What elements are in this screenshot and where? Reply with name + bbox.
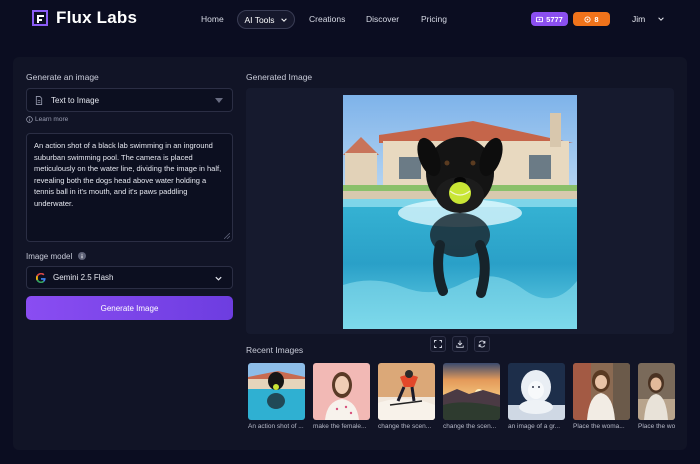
generate-image-button[interactable]: Generate Image	[26, 296, 233, 320]
chevron-down-icon	[215, 276, 222, 281]
woman-seated-thumbnail	[638, 363, 675, 420]
expand-button[interactable]	[430, 336, 446, 352]
flux-logo-icon	[32, 10, 48, 26]
generated-image-title: Generated Image	[246, 72, 313, 82]
recent-image-caption: Place the woma...	[573, 423, 625, 430]
prompt-text: An action shot of a black lab swimming i…	[34, 141, 222, 208]
nav-pricing[interactable]: Pricing	[421, 14, 447, 24]
woman-portrait-thumbnail	[313, 363, 370, 420]
resize-handle-icon[interactable]	[224, 233, 230, 239]
model-select[interactable]: Gemini 2.5 Flash	[26, 266, 233, 289]
recent-image-thumb[interactable]	[313, 363, 370, 420]
coin-icon	[584, 15, 591, 23]
download-button[interactable]	[452, 336, 468, 352]
model-select-value: Gemini 2.5 Flash	[53, 273, 114, 282]
recent-image-caption: change the scen...	[443, 423, 497, 430]
mode-select[interactable]: Text to Image	[26, 88, 233, 112]
regenerate-icon	[478, 340, 486, 348]
skier-thumbnail	[378, 363, 435, 420]
recent-image-caption: make the female...	[313, 423, 367, 430]
nav-creations[interactable]: Creations	[309, 14, 345, 24]
chevron-down-icon	[658, 17, 665, 21]
top-nav: Flux Labs Home AI Tools Creations Discov…	[0, 0, 700, 40]
recent-image-thumb[interactable]	[638, 363, 675, 420]
mode-select-value: Text to Image	[51, 95, 100, 105]
recent-image-thumb[interactable]	[443, 363, 500, 420]
chevron-down-icon	[280, 17, 287, 22]
learn-more-link[interactable]: Learn more	[26, 116, 68, 123]
generate-section-title: Generate an image	[26, 72, 99, 82]
info-icon	[26, 116, 33, 123]
credits-badge[interactable]: 5777	[531, 12, 568, 26]
user-name: Jim	[632, 14, 646, 24]
credits-icon	[536, 16, 544, 22]
caret-down-icon	[215, 98, 223, 103]
white-lion-thumbnail	[508, 363, 565, 420]
generated-image[interactable]	[343, 95, 577, 329]
credits-count: 5777	[546, 14, 563, 24]
regenerate-button[interactable]	[474, 336, 490, 352]
recent-image-thumb[interactable]	[508, 363, 565, 420]
recent-image-caption: Place the wo	[638, 423, 675, 430]
dog-pool-thumbnail	[248, 363, 305, 420]
learn-more-label: Learn more	[35, 116, 69, 123]
recent-image-thumb[interactable]	[248, 363, 305, 420]
dog-swimming-image	[343, 95, 577, 329]
nav-discover[interactable]: Discover	[366, 14, 399, 24]
document-icon	[35, 95, 43, 105]
nav-ai-tools[interactable]: AI Tools	[237, 10, 295, 29]
sunset-landscape-thumbnail	[443, 363, 500, 420]
coins-badge[interactable]: 8	[573, 12, 610, 26]
download-icon	[456, 340, 464, 348]
brand-name: Flux Labs	[56, 8, 138, 27]
user-menu[interactable]: Jim	[632, 14, 665, 24]
coins-count: 8	[594, 14, 599, 24]
recent-image-caption: change the scen...	[378, 423, 432, 430]
image-model-label: Image model	[26, 252, 73, 261]
recent-image-thumb[interactable]	[573, 363, 630, 420]
prompt-textarea[interactable]: An action shot of a black lab swimming i…	[26, 133, 233, 242]
nav-ai-tools-label: AI Tools	[244, 14, 275, 25]
nav-home[interactable]: Home	[201, 14, 224, 24]
brand-logo[interactable]: Flux Labs	[32, 8, 137, 28]
recent-image-caption: An action shot of ...	[248, 423, 304, 430]
recent-image-caption: an image of a gr...	[508, 423, 561, 430]
expand-icon	[434, 340, 442, 348]
recent-images-title: Recent Images	[246, 345, 304, 355]
woman-street-thumbnail	[573, 363, 630, 420]
google-logo-icon	[36, 272, 46, 283]
recent-image-thumb[interactable]	[378, 363, 435, 420]
info-icon[interactable]	[78, 252, 86, 260]
